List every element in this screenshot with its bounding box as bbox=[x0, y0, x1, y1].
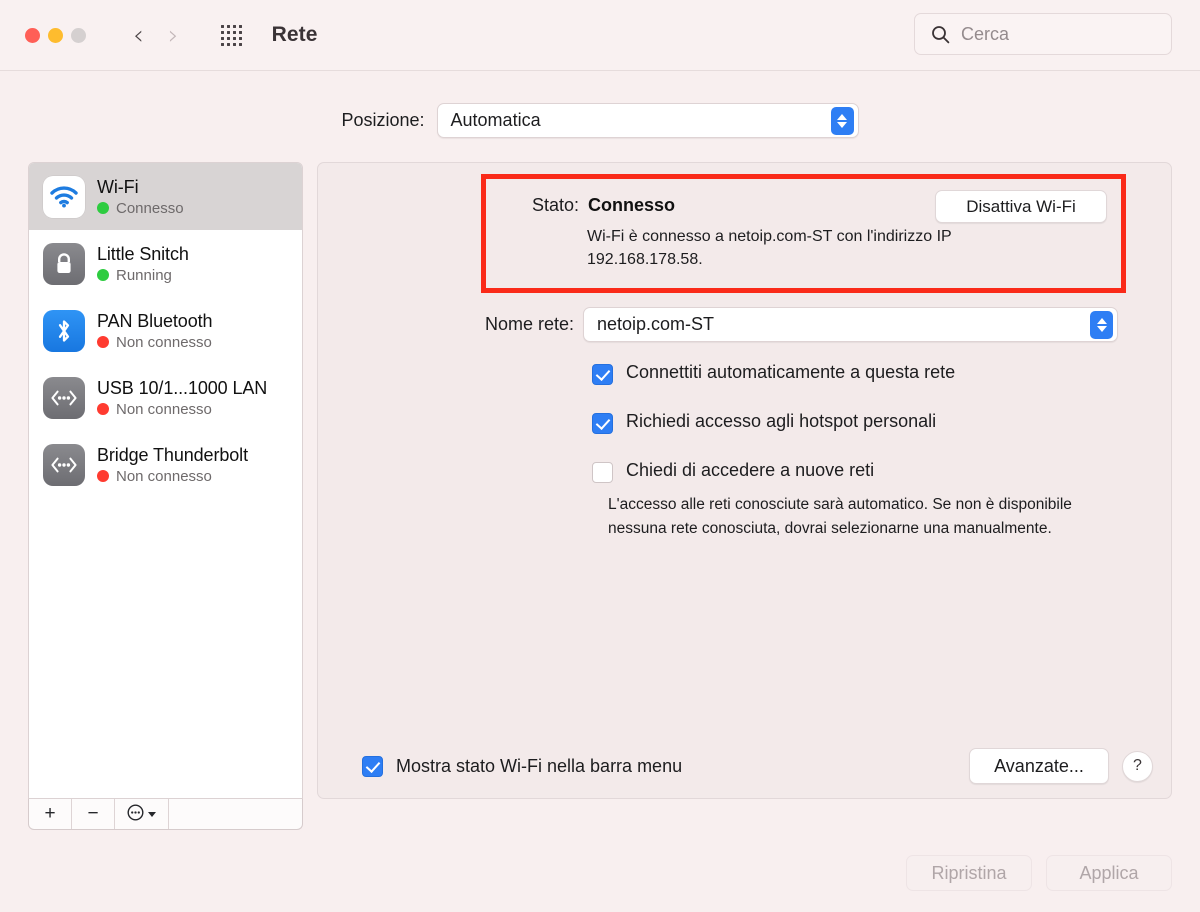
wifi-options-hint: L'accesso alle reti conosciute sarà auto… bbox=[608, 493, 1093, 540]
status-label: Stato: bbox=[486, 195, 588, 216]
service-actions-button[interactable] bbox=[115, 799, 169, 829]
sidebar-item-usb-lan[interactable]: USB 10/1...1000 LAN Non connesso bbox=[29, 364, 302, 431]
location-value: Automatica bbox=[438, 110, 541, 131]
sidebar-item-label: Little Snitch bbox=[97, 244, 189, 265]
status-description: Wi-Fi è connesso a netoip.com-ST con l'i… bbox=[486, 216, 1046, 271]
page-title: Rete bbox=[272, 23, 318, 47]
grid-apps-icon[interactable] bbox=[221, 25, 242, 46]
search-placeholder: Cerca bbox=[961, 24, 1009, 45]
status-text: Non connesso bbox=[116, 468, 212, 485]
sidebar-toolbar-filler bbox=[169, 799, 302, 829]
status-dot bbox=[97, 336, 109, 348]
sidebar: Wi-Fi Connesso Little Snitch bbox=[28, 162, 303, 830]
footer-actions: Ripristina Applica bbox=[906, 855, 1172, 891]
traffic-lights bbox=[25, 28, 86, 43]
status-text: Non connesso bbox=[116, 334, 212, 351]
panel-bottom-row: Mostra stato Wi-Fi nella barra menu Avan… bbox=[318, 748, 1171, 784]
ethernet-icon bbox=[43, 444, 85, 486]
location-row: Posizione: Automatica bbox=[0, 103, 1200, 138]
location-label: Posizione: bbox=[341, 110, 424, 131]
status-row: Stato: Connesso Disattiva Wi-Fi bbox=[486, 179, 1121, 216]
main-content: Wi-Fi Connesso Little Snitch bbox=[0, 162, 1200, 830]
status-dot bbox=[97, 470, 109, 482]
toggle-wifi-button[interactable]: Disattiva Wi-Fi bbox=[935, 190, 1107, 223]
chevron-updown-icon[interactable] bbox=[1090, 311, 1113, 339]
service-list[interactable]: Wi-Fi Connesso Little Snitch bbox=[28, 162, 303, 799]
restore-button[interactable]: Ripristina bbox=[906, 855, 1032, 891]
sidebar-item-status: Running bbox=[97, 267, 189, 284]
sidebar-item-wifi[interactable]: Wi-Fi Connesso bbox=[29, 163, 302, 230]
sidebar-item-status: Connesso bbox=[97, 200, 184, 217]
apply-button[interactable]: Applica bbox=[1046, 855, 1172, 891]
ethernet-icon bbox=[43, 377, 85, 419]
chevron-left-icon[interactable]: ‹ bbox=[133, 22, 144, 49]
close-button[interactable] bbox=[25, 28, 40, 43]
checkbox-label: Chiedi di accedere a nuove reti bbox=[626, 460, 874, 481]
chevron-down-icon bbox=[148, 812, 156, 817]
status-text: Non connesso bbox=[116, 401, 212, 418]
checkbox-indicator[interactable] bbox=[592, 364, 613, 385]
wifi-settings-panel: Stato: Connesso Disattiva Wi-Fi Wi-Fi è … bbox=[317, 162, 1172, 799]
sidebar-item-little-snitch[interactable]: Little Snitch Running bbox=[29, 230, 302, 297]
wifi-options-group: Connettiti automaticamente a questa rete… bbox=[592, 362, 955, 509]
checkbox-ask-join-new-networks[interactable]: Chiedi di accedere a nuove reti bbox=[592, 460, 955, 483]
sidebar-item-text: Little Snitch Running bbox=[97, 244, 189, 284]
status-dot bbox=[97, 269, 109, 281]
sidebar-item-text: PAN Bluetooth Non connesso bbox=[97, 311, 212, 351]
status-dot bbox=[97, 403, 109, 415]
search-field[interactable]: Cerca bbox=[914, 13, 1172, 55]
checkbox-show-wifi-menubar[interactable] bbox=[362, 756, 383, 777]
network-name-label: Nome rete: bbox=[318, 314, 583, 335]
checkbox-label: Connettiti automaticamente a questa rete bbox=[626, 362, 955, 383]
search-icon bbox=[931, 25, 950, 44]
status-text: Running bbox=[116, 267, 172, 284]
sidebar-item-label: USB 10/1...1000 LAN bbox=[97, 378, 267, 399]
sidebar-item-bridge-thunderbolt[interactable]: Bridge Thunderbolt Non connesso bbox=[29, 431, 302, 498]
add-service-button[interactable]: + bbox=[29, 799, 72, 829]
checkbox-label: Richiedi accesso agli hotspot personali bbox=[626, 411, 936, 432]
sidebar-toolbar: + − bbox=[28, 799, 303, 830]
help-button[interactable]: ? bbox=[1122, 751, 1153, 782]
status-value: Connesso bbox=[588, 195, 675, 216]
checkbox-auto-connect[interactable]: Connettiti automaticamente a questa rete bbox=[592, 362, 955, 385]
checkbox-show-wifi-menubar-label: Mostra stato Wi-Fi nella barra menu bbox=[396, 756, 682, 777]
chevron-updown-icon[interactable] bbox=[831, 107, 854, 135]
wifi-icon bbox=[43, 176, 85, 218]
checkbox-indicator[interactable] bbox=[592, 462, 613, 483]
navigation-arrows: ‹ › bbox=[133, 22, 179, 49]
status-dot bbox=[97, 202, 109, 214]
window-titlebar: ‹ › Rete Cerca bbox=[0, 0, 1200, 71]
sidebar-item-text: Bridge Thunderbolt Non connesso bbox=[97, 445, 248, 485]
status-highlight-box: Stato: Connesso Disattiva Wi-Fi Wi-Fi è … bbox=[481, 174, 1126, 293]
sidebar-item-text: USB 10/1...1000 LAN Non connesso bbox=[97, 378, 267, 418]
lock-icon bbox=[43, 243, 85, 285]
zoom-button[interactable] bbox=[71, 28, 86, 43]
sidebar-item-status: Non connesso bbox=[97, 468, 248, 485]
sidebar-item-label: Wi-Fi bbox=[97, 177, 184, 198]
checkbox-indicator[interactable] bbox=[592, 413, 613, 434]
advanced-button[interactable]: Avanzate... bbox=[969, 748, 1109, 784]
network-name-dropdown[interactable]: netoip.com-ST bbox=[583, 307, 1118, 342]
ellipsis-circle-icon bbox=[127, 804, 144, 825]
network-name-value: netoip.com-ST bbox=[584, 314, 714, 335]
status-text: Connesso bbox=[116, 200, 184, 217]
bluetooth-icon bbox=[43, 310, 85, 352]
sidebar-item-status: Non connesso bbox=[97, 401, 267, 418]
sidebar-item-pan-bluetooth[interactable]: PAN Bluetooth Non connesso bbox=[29, 297, 302, 364]
chevron-right-icon[interactable]: › bbox=[168, 22, 179, 49]
minimize-button[interactable] bbox=[48, 28, 63, 43]
sidebar-item-text: Wi-Fi Connesso bbox=[97, 177, 184, 217]
location-dropdown[interactable]: Automatica bbox=[437, 103, 859, 138]
sidebar-item-status: Non connesso bbox=[97, 334, 212, 351]
sidebar-item-label: PAN Bluetooth bbox=[97, 311, 212, 332]
checkbox-personal-hotspot[interactable]: Richiedi accesso agli hotspot personali bbox=[592, 411, 955, 434]
remove-service-button[interactable]: − bbox=[72, 799, 115, 829]
sidebar-item-label: Bridge Thunderbolt bbox=[97, 445, 248, 466]
network-name-row: Nome rete: netoip.com-ST bbox=[318, 307, 1171, 342]
